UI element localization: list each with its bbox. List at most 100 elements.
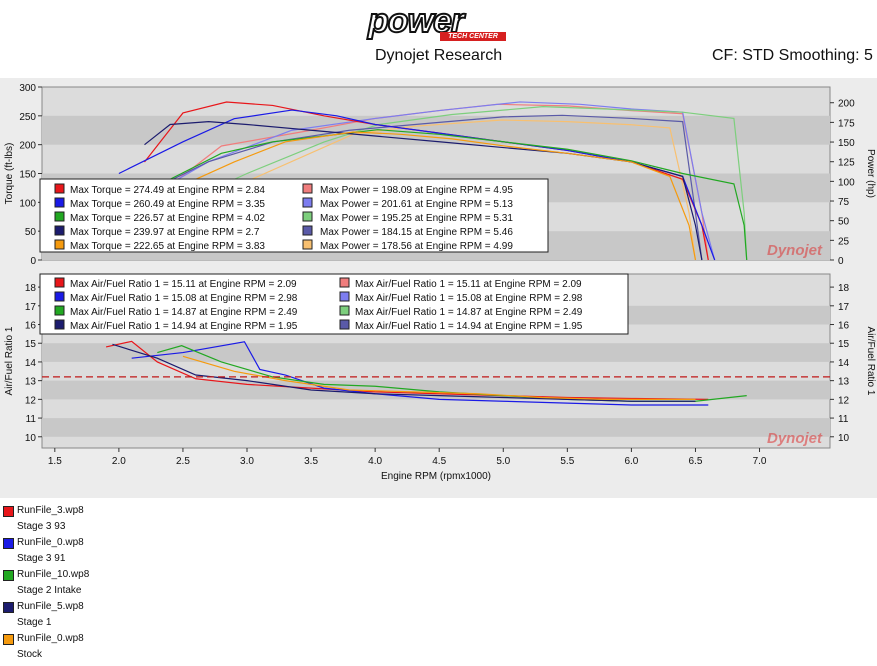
legend-swatch [302,183,313,194]
afr-tick-label-right: 10 [838,433,850,444]
legend-torque-entry: Max Torque = 274.49 at Engine RPM = 2.84 [70,185,265,196]
cf-smoothing-label: CF: STD Smoothing: 5 [712,47,873,64]
afr-tick-label: 12 [25,395,37,406]
legend-swatch [302,225,313,236]
power-tick-label: 150 [838,138,855,149]
afr-tick-label: 13 [25,377,37,388]
power-tick-label: 25 [838,236,850,247]
legend-swatch [339,277,350,288]
torque-tick-label: 150 [19,170,36,181]
rpm-tick-label: 3.0 [240,456,254,467]
brand-logo-tagline: TECH CENTER [440,32,506,41]
run-file-name: RunFile_5.wp8 [17,601,84,612]
afr-tick-label-right: 18 [838,283,850,294]
run-file-name: RunFile_0.wp8 [17,537,84,548]
afr-axis-label: Air/Fuel Ratio 1 [4,326,15,395]
legend-afr-entry: Max Air/Fuel Ratio 1 = 14.87 at Engine R… [355,307,583,318]
rpm-tick-label: 3.5 [304,456,318,467]
torque-tick-label: 0 [30,256,36,267]
run-color-swatch [3,506,14,517]
legend-swatch [54,211,65,222]
rpm-tick-label: 1.5 [48,456,62,467]
afr-tick-label: 16 [25,321,37,332]
legend-swatch [54,183,65,194]
rpm-tick-label: 6.0 [624,456,638,467]
legend-torque-entry: Max Torque = 222.65 at Engine RPM = 3.83 [70,241,265,252]
legend-afr-entry: Max Air/Fuel Ratio 1 = 14.94 at Engine R… [355,321,583,332]
power-tick-label: 50 [838,217,850,228]
rpm-tick-label: 4.5 [432,456,446,467]
torque-tick-label: 50 [25,227,37,238]
legend-torque-entry: Max Torque = 239.97 at Engine RPM = 2.7 [70,227,260,238]
legend-swatch [339,319,350,330]
power-tick-label: 0 [838,256,844,267]
run-description: Stock [17,649,43,660]
legend-swatch [54,225,65,236]
legend-power-entry: Max Power = 178.56 at Engine RPM = 4.99 [320,241,513,252]
power-tick-label: 125 [838,158,855,169]
run-description: Stage 1 [17,617,52,628]
afr-tick-label: 10 [25,433,37,444]
afr-grid-band [42,418,830,437]
afr-tick-label: 11 [26,414,37,425]
afr-axis-label-right: Air/Fuel Ratio 1 [865,327,876,396]
legend-power-entry: Max Power = 198.09 at Engine RPM = 4.95 [320,185,513,196]
torque-grid-band [42,115,830,145]
legend-power-entry: Max Power = 201.61 at Engine RPM = 5.13 [320,199,513,210]
afr-tick-label: 18 [25,283,37,294]
legend-afr-entry: Max Air/Fuel Ratio 1 = 14.87 at Engine R… [70,307,298,318]
legend-afr-entry: Max Air/Fuel Ratio 1 = 15.11 at Engine R… [70,279,297,290]
legend-swatch [54,305,65,316]
afr-grid-band [42,380,830,400]
legend-swatch [54,239,65,250]
afr-tick-label: 17 [25,302,37,313]
afr-tick-label-right: 15 [838,339,850,350]
power-tick-label: 200 [838,99,855,110]
run-file-name: RunFile_3.wp8 [17,505,84,516]
power-tick-label: 175 [838,118,855,129]
legend-swatch [339,291,350,302]
run-file-name: RunFile_10.wp8 [17,569,90,580]
afr-tick-label-right: 11 [838,414,849,425]
afr-tick-label: 14 [25,358,37,369]
torque-tick-label: 250 [19,112,36,123]
brand-logo: power TECH CENTER [367,1,510,42]
legend-swatch [54,197,65,208]
legend-swatch [339,305,350,316]
torque-axis-label: Torque (ft-lbs) [4,143,15,205]
legend-swatch [54,319,65,330]
run-color-swatch [3,634,14,645]
afr-tick-label-right: 13 [838,377,850,388]
rpm-tick-label: 7.0 [753,456,767,467]
run-color-swatch [3,602,14,613]
power-axis-label: Power (hp) [865,149,876,198]
legend-swatch [302,211,313,222]
torque-tick-label: 100 [19,198,36,209]
legend-swatch [302,197,313,208]
legend-swatch [302,239,313,250]
company-title: Dynojet Research [375,47,503,64]
torque-tick-label: 300 [19,83,36,94]
rpm-tick-label: 4.0 [368,456,382,467]
run-color-swatch [3,570,14,581]
rpm-axis-label: Engine RPM (rpmx1000) [381,471,491,482]
afr-tick-label-right: 16 [838,321,850,332]
torque-tick-label: 200 [19,141,36,152]
rpm-tick-label: 2.0 [112,456,126,467]
rpm-tick-label: 6.5 [689,456,703,467]
legend-power-entry: Max Power = 184.15 at Engine RPM = 5.46 [320,227,513,238]
rpm-tick-label: 5.0 [496,456,510,467]
legend-afr-entry: Max Air/Fuel Ratio 1 = 15.08 at Engine R… [70,293,298,304]
legend-afr-entry: Max Air/Fuel Ratio 1 = 15.11 at Engine R… [355,279,582,290]
dyno-chart: 0 50 100 150 200 250 300 0 25 50 75 100 125 150 175 200… [0,78,877,498]
legend-power-entry: Max Power = 195.25 at Engine RPM = 5.31 [320,213,513,224]
rpm-tick-label: 5.5 [560,456,574,467]
legend-torque-entry: Max Torque = 260.49 at Engine RPM = 3.35 [70,199,265,210]
legend-afr-entry: Max Air/Fuel Ratio 1 = 14.94 at Engine R… [70,321,298,332]
dynojet-watermark-afr: Dynojet [767,430,823,447]
afr-tick-label-right: 14 [838,358,850,369]
run-description: Stage 3 93 [17,521,66,532]
afr-tick-label: 15 [25,339,37,350]
legend-afr-entry: Max Air/Fuel Ratio 1 = 15.08 at Engine R… [355,293,583,304]
run-color-swatch [3,538,14,549]
